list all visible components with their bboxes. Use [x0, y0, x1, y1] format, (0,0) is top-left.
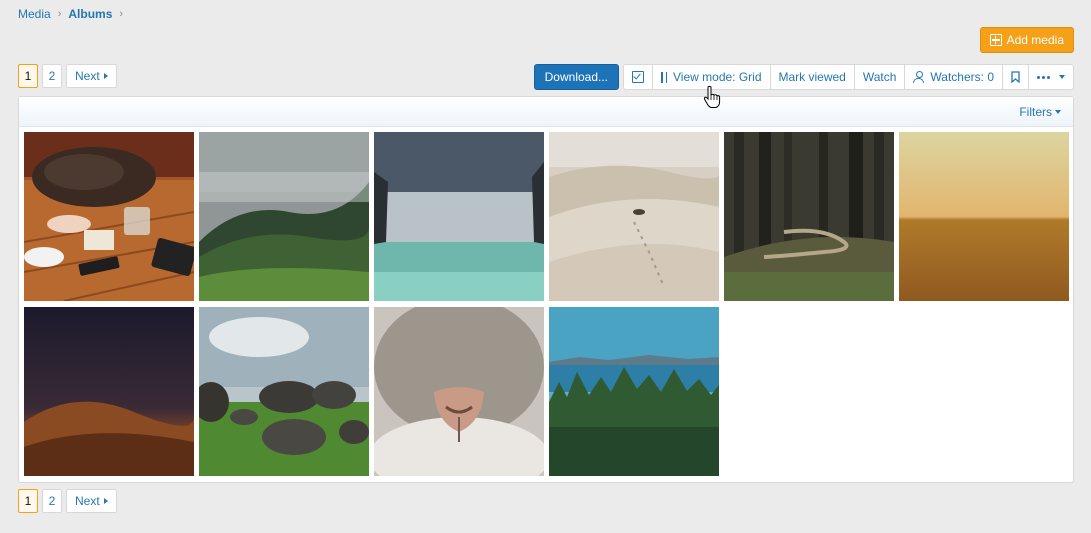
more-options-button[interactable] [1028, 65, 1073, 89]
page-1-button[interactable]: 1 [18, 64, 38, 88]
sea-cliffs-image [374, 132, 544, 301]
forest-sea-image [549, 307, 719, 476]
watchers-label: Watchers: 0 [930, 70, 994, 84]
pagination-bottom: 1 2 Next [18, 489, 117, 513]
next-page-button[interactable]: Next [66, 64, 117, 88]
select-toggle-button[interactable] [624, 65, 652, 89]
media-thumbnail[interactable] [374, 132, 544, 301]
media-thumbnail[interactable] [899, 132, 1069, 301]
page-2-button[interactable]: 2 [42, 64, 62, 88]
breadcrumb: Media › Albums › [18, 7, 130, 21]
next-page-button[interactable]: Next [66, 489, 117, 513]
media-thumbnail[interactable] [549, 132, 719, 301]
media-grid [24, 132, 1069, 477]
media-thumbnail[interactable] [199, 132, 369, 301]
chevron-right-icon: › [57, 8, 62, 20]
cat-nose-image [374, 307, 544, 476]
desk-image [24, 132, 194, 301]
media-thumbnail[interactable] [724, 132, 894, 301]
breadcrumb-albums[interactable]: Albums [68, 7, 112, 21]
download-button[interactable]: Download... [533, 64, 620, 90]
mark-viewed-button[interactable]: Mark viewed [769, 65, 854, 89]
watchers-button[interactable]: Watchers: 0 [904, 65, 1002, 89]
filters-label: Filters [1019, 104, 1052, 119]
caret-right-icon [103, 498, 108, 504]
rocks-meadow-image [199, 307, 369, 476]
night-desert-image [24, 307, 194, 476]
add-media-button[interactable]: Add media [979, 27, 1074, 53]
forest-path-image [724, 132, 894, 301]
filter-bar: Filters [19, 97, 1073, 127]
checkbox-icon [632, 71, 645, 83]
caret-right-icon [103, 73, 108, 79]
user-icon [913, 71, 925, 83]
breadcrumb-media[interactable]: Media [18, 7, 51, 21]
caret-down-icon [1059, 75, 1065, 79]
media-toolbar: Download... View mode: Grid Mark viewed … [533, 64, 1074, 90]
next-label: Next [75, 69, 100, 83]
watch-button[interactable]: Watch [853, 65, 905, 89]
plus-square-icon [989, 34, 1002, 46]
bookmark-icon [1011, 71, 1020, 83]
media-thumbnail[interactable] [374, 307, 544, 476]
chevron-right-icon: › [119, 8, 124, 20]
media-panel: Filters [18, 96, 1074, 483]
page-1-button[interactable]: 1 [18, 489, 38, 513]
view-mode-icon [661, 71, 668, 83]
media-thumbnail[interactable] [24, 132, 194, 301]
toolbar-button-group: View mode: Grid Mark viewed Watch Watche… [623, 64, 1074, 90]
foggy-hills-image [199, 132, 369, 301]
filters-button[interactable]: Filters [1019, 105, 1061, 119]
view-mode-label: View mode: Grid [673, 70, 762, 84]
caret-down-icon [1055, 109, 1061, 114]
pagination-top: 1 2 Next [18, 64, 117, 88]
add-media-label: Add media [1006, 33, 1064, 47]
golden-field-image [899, 132, 1069, 301]
page-2-button[interactable]: 2 [42, 489, 62, 513]
media-thumbnail[interactable] [549, 307, 719, 476]
hand-cursor-icon [703, 85, 721, 108]
media-thumbnail[interactable] [199, 307, 369, 476]
next-label: Next [75, 494, 100, 508]
bookmark-button[interactable] [1002, 65, 1028, 89]
sand-dunes-image [549, 132, 719, 301]
media-thumbnail[interactable] [24, 307, 194, 476]
ellipsis-icon [1037, 75, 1050, 79]
